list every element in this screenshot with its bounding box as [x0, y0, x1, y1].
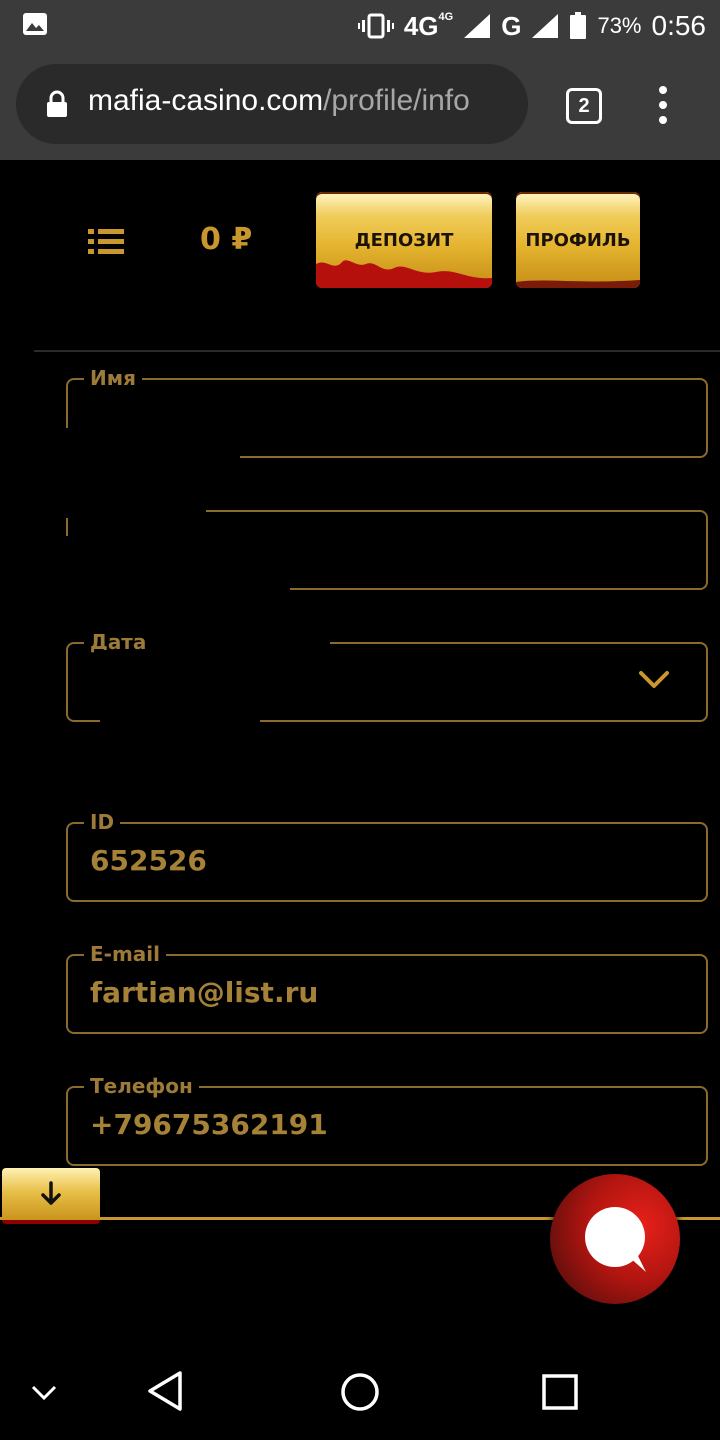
profile-label: ПРОФИЛЬ: [525, 229, 631, 251]
profile-button[interactable]: ПРОФИЛЬ: [516, 192, 640, 288]
redaction-3: [66, 536, 290, 596]
clock: 0:56: [651, 10, 707, 41]
fingerprint-decoration: [516, 280, 640, 288]
signal-icon-2: [532, 14, 559, 38]
url-host: mafia-casino.com: [88, 84, 324, 117]
email-label: E-mail: [84, 942, 167, 966]
phone-field[interactable]: Телефон +79675362191: [66, 1074, 708, 1166]
deposit-label: ДЕПОЗИТ: [354, 229, 454, 251]
deposit-button[interactable]: ДЕПОЗИТ: [316, 192, 492, 288]
id-value: 652526: [90, 844, 207, 877]
redaction-5: [100, 650, 260, 722]
chevron-down-icon-nav[interactable]: [30, 1384, 58, 1402]
browser-menu-icon[interactable]: [656, 86, 670, 124]
scroll-down-button[interactable]: [2, 1168, 100, 1224]
id-field: ID 652526: [66, 810, 708, 902]
phone-label: Телефон: [84, 1074, 199, 1098]
url-path: /profile/info: [323, 84, 470, 117]
vibrate-icon: [357, 13, 394, 39]
network-type-4g: 4G4G: [403, 10, 454, 41]
blood-splatter-decoration: [316, 260, 492, 288]
home-icon[interactable]: [340, 1372, 380, 1412]
battery-percent: 73%: [597, 13, 642, 38]
network-type-g: G: [501, 10, 522, 41]
system-navigation-bar: [0, 1340, 720, 1440]
chevron-down-icon[interactable]: [638, 670, 670, 690]
header-divider: [34, 350, 720, 352]
chat-button[interactable]: [550, 1174, 680, 1304]
first-name-label: Имя: [84, 366, 142, 390]
id-label: ID: [84, 810, 121, 834]
balance: 0 ₽: [200, 222, 253, 257]
email-value: fartian@list.ru: [90, 976, 319, 1009]
url-text[interactable]: mafia-casino.com/profile/info: [88, 84, 470, 118]
recents-icon[interactable]: [542, 1374, 578, 1410]
battery-icon: [570, 12, 587, 39]
redaction-1: [60, 428, 240, 462]
address-bar[interactable]: mafia-casino.com/profile/info: [16, 64, 528, 144]
phone-value: +79675362191: [90, 1108, 328, 1141]
back-icon[interactable]: [146, 1370, 184, 1412]
chat-bubble-icon: [585, 1207, 646, 1272]
browser-toolbar: mafia-casino.com/profile/info 2: [0, 52, 720, 160]
menu-icon[interactable]: [88, 228, 124, 256]
lock-icon: [47, 90, 67, 117]
status-bar: 4G4G G 73% 0:56: [0, 0, 720, 52]
signal-icon: [464, 14, 491, 38]
email-field[interactable]: E-mail fartian@list.ru: [66, 942, 708, 1034]
image-notification-icon: [23, 13, 47, 35]
redaction-2: [60, 478, 206, 518]
tab-switcher-button[interactable]: 2: [566, 88, 602, 124]
arrow-down-icon: [41, 1181, 61, 1205]
